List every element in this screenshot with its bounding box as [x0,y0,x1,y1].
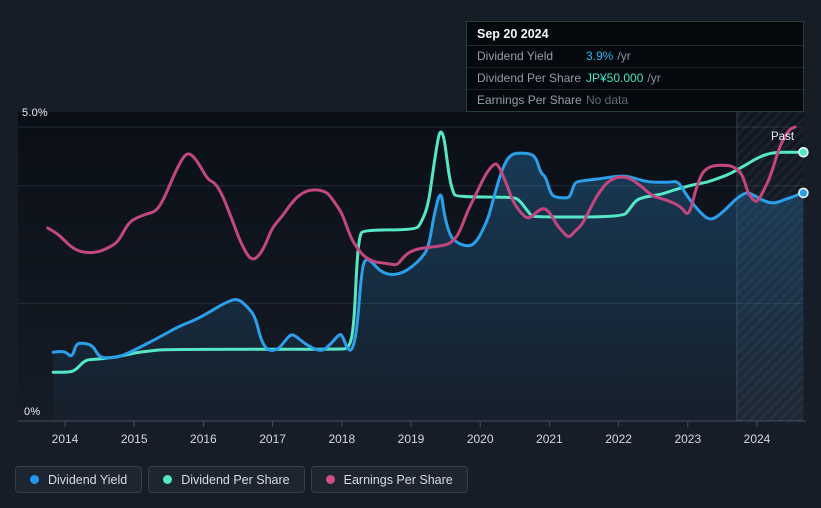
legend-label: Earnings Per Share [343,472,453,487]
dividend-per-share-dot-icon [163,475,173,484]
tooltip-value-suffix: /yr [617,49,631,63]
earnings-per-share-dot-icon [325,475,335,484]
dividend-yield-endpoint-marker [798,187,809,199]
y-axis-label-bottom: 0% [24,406,41,418]
tooltip-value: No data [586,93,629,107]
tooltip-value: JP¥50.000 [586,71,644,85]
legend-label: Dividend Per Share [181,472,290,487]
tooltip-value: 3.9% [586,49,614,63]
legend-item-earnings-per-share[interactable]: Earnings Per Share [310,466,468,493]
tooltip-row-earnings-per-share: Earnings Per Share No data [467,90,803,111]
legend-item-dividend-per-share[interactable]: Dividend Per Share [148,466,305,493]
legend-item-dividend-yield[interactable]: Dividend Yield [15,466,143,493]
past-label: Past [771,131,795,143]
tooltip-label: Earnings Per Share [477,93,582,107]
legend-label: Dividend Yield [48,472,128,487]
legend: Dividend Yield Dividend Per Share Earnin… [15,466,468,493]
tooltip-card: Sep 20 2024 Dividend Yield 3.9% /yr Divi… [466,21,804,112]
tooltip-label: Dividend Yield [477,49,554,63]
dividend-per-share-endpoint-marker [798,147,809,158]
tooltip-label: Dividend Per Share [477,71,582,85]
tooltip-row-dividend-yield: Dividend Yield 3.9% /yr [467,46,803,68]
tooltip-row-dividend-per-share: Dividend Per Share JP¥50.000 /yr [467,68,803,90]
tooltip-value-suffix: /yr [647,71,661,85]
dividend-history-chart: 5.0% 0% Past 2014 2015 2016 2017 2018 2019 202… [0,0,821,508]
dividend-yield-dot-icon [30,475,39,484]
y-axis-label-top: 5.0% [22,107,48,119]
tooltip-date: Sep 20 2024 [467,22,803,46]
